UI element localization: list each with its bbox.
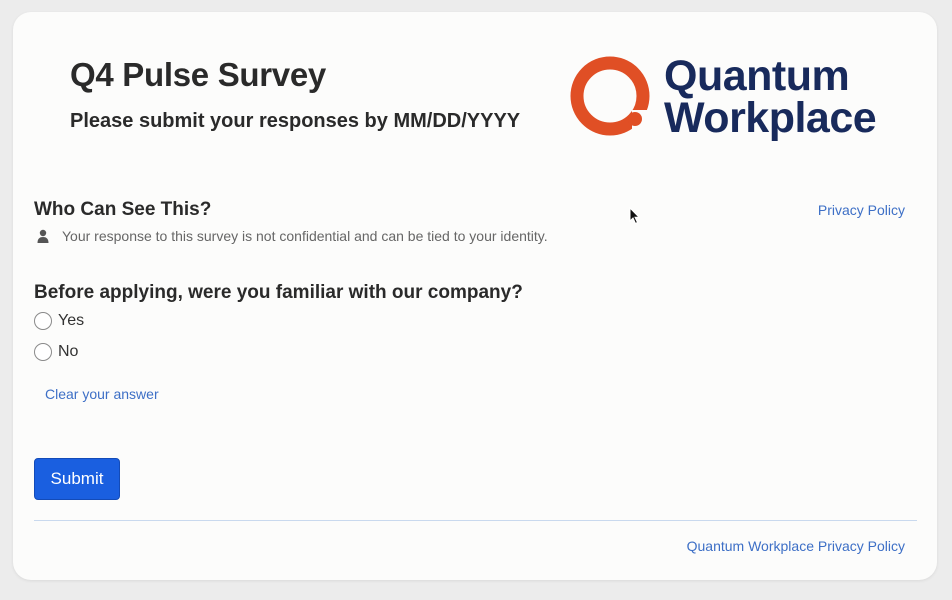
question-text: Before applying, were you familiar with …: [34, 282, 523, 303]
person-icon: [37, 229, 49, 243]
survey-deadline: Please submit your responses by MM/DD/YY…: [70, 110, 521, 132]
logo-text-line2: Workplace: [664, 94, 877, 142]
radio-yes[interactable]: [34, 312, 52, 330]
logo-text-line1: Quantum: [664, 52, 850, 100]
privacy-policy-link[interactable]: Privacy Policy: [818, 202, 905, 218]
survey-card: Q4 Pulse Survey Please submit your respo…: [13, 12, 937, 580]
option-yes[interactable]: Yes: [34, 312, 84, 330]
mouse-cursor-icon: [629, 207, 641, 225]
footer-divider: [34, 520, 917, 521]
footer-privacy-link[interactable]: Quantum Workplace Privacy Policy: [687, 538, 905, 554]
radio-no[interactable]: [34, 343, 52, 361]
logo-ring-icon: [570, 56, 652, 136]
confidentiality-notice: Your response to this survey is not conf…: [37, 228, 548, 244]
survey-title: Q4 Pulse Survey: [70, 56, 326, 93]
confidentiality-text: Your response to this survey is not conf…: [62, 228, 548, 244]
submit-button[interactable]: Submit: [34, 458, 120, 500]
visibility-heading: Who Can See This?: [34, 199, 212, 220]
clear-answer-link[interactable]: Clear your answer: [45, 386, 159, 402]
option-no[interactable]: No: [34, 343, 78, 361]
quantum-workplace-logo: Quantum Workplace: [570, 54, 890, 150]
option-yes-label: Yes: [58, 312, 85, 329]
option-no-label: No: [58, 343, 79, 360]
